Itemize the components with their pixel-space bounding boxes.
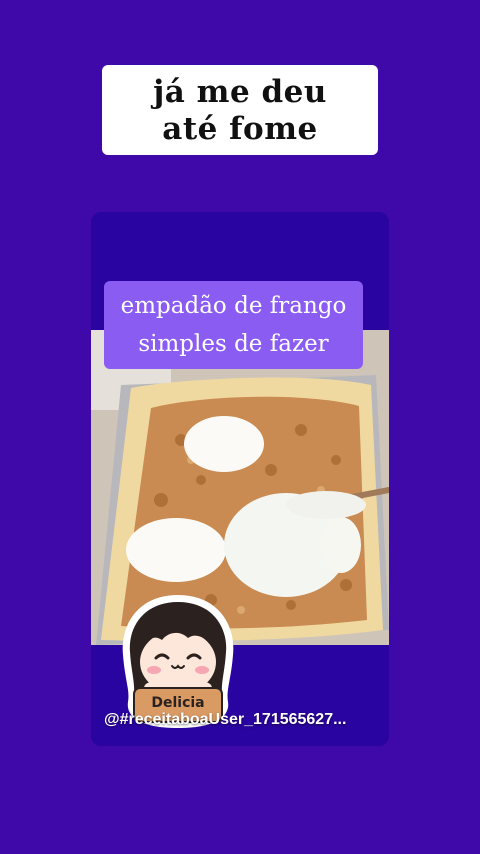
video-title-line-2: simples de fazer bbox=[138, 331, 329, 357]
caption-box: já me deu até fome bbox=[102, 65, 378, 155]
video-title-line-1: empadão de frango bbox=[120, 293, 347, 319]
caption-line-2: até fome bbox=[162, 111, 318, 147]
caption-line-1: já me deu bbox=[153, 74, 327, 110]
video-title-box: empadão de frango simples de fazer bbox=[104, 281, 363, 369]
user-handle[interactable]: @#receitaboaUser_171565627... bbox=[104, 711, 346, 729]
delicia-sticker: Delicia bbox=[118, 590, 238, 730]
sticker-label: Delicia bbox=[151, 695, 205, 711]
